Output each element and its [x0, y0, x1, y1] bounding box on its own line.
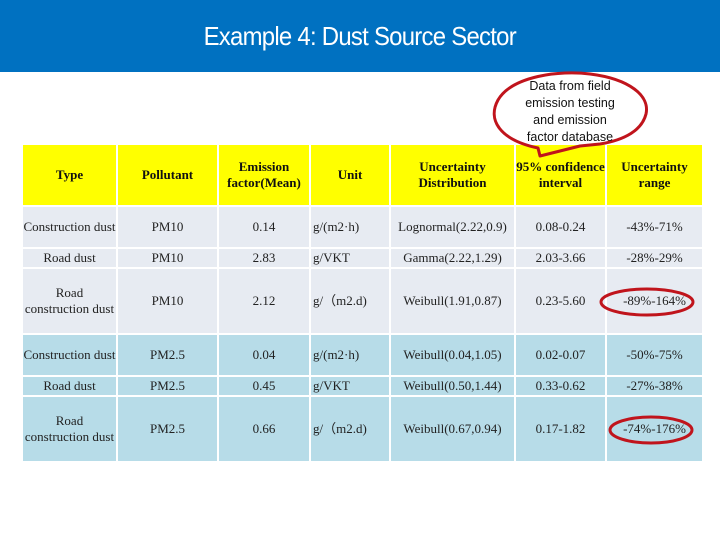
table-row: Road dust PM2.5 0.45 g/VKT Weibull(0.50,… — [23, 377, 702, 395]
table-row: Road dust PM10 2.83 g/VKT Gamma(2.22,1.2… — [23, 249, 702, 267]
cell-emission-factor: 0.04 — [219, 335, 309, 375]
cell-uncertainty-range: -28%-29% — [607, 249, 702, 267]
cell-distribution: Lognormal(2.22,0.9) — [391, 207, 514, 247]
header-emission-factor: Emission factor(Mean) — [219, 145, 309, 205]
cell-type: Construction dust — [23, 207, 116, 247]
cell-type: Construction dust — [23, 335, 116, 375]
cell-distribution: Weibull(0.67,0.94) — [391, 397, 514, 461]
cell-pollutant: PM10 — [118, 249, 217, 267]
cell-distribution: Gamma(2.22,1.29) — [391, 249, 514, 267]
title-bar: Example 4: Dust Source Sector — [0, 0, 720, 72]
table-header-row: Type Pollutant Emission factor(Mean) Uni… — [23, 145, 702, 205]
cell-unit: g/(m2·h) — [311, 207, 389, 247]
cell-pollutant: PM2.5 — [118, 377, 217, 395]
cell-type: Road construction dust — [23, 269, 116, 333]
cell-unit: g/VKT — [311, 249, 389, 267]
cell-pollutant: PM2.5 — [118, 335, 217, 375]
cell-emission-factor: 2.83 — [219, 249, 309, 267]
slide-title: Example 4: Dust Source Sector — [203, 20, 517, 51]
header-type: Type — [23, 145, 116, 205]
cell-uncertainty-range-highlighted: -74%-176% — [607, 397, 702, 461]
header-distribution: Uncertainty Distribution — [391, 145, 514, 205]
cell-distribution: Weibull(0.04,1.05) — [391, 335, 514, 375]
cell-unit: g/(m2·h) — [311, 335, 389, 375]
cell-emission-factor: 0.14 — [219, 207, 309, 247]
callout-line: Data from field — [529, 79, 611, 93]
cell-emission-factor: 2.12 — [219, 269, 309, 333]
table-row: Construction dust PM10 0.14 g/(m2·h) Log… — [23, 207, 702, 247]
emission-uncertainty-table: Type Pollutant Emission factor(Mean) Uni… — [21, 143, 704, 463]
cell-unit: g/（m2.d) — [311, 269, 389, 333]
callout-text: Data from field emission testing and emi… — [510, 78, 630, 146]
cell-confidence-interval: 0.33-0.62 — [516, 377, 605, 395]
header-unit: Unit — [311, 145, 389, 205]
cell-pollutant: PM10 — [118, 207, 217, 247]
cell-emission-factor: 0.66 — [219, 397, 309, 461]
cell-type: Road dust — [23, 377, 116, 395]
table-row: Road construction dust PM10 2.12 g/（m2.d… — [23, 269, 702, 333]
cell-confidence-interval: 2.03-3.66 — [516, 249, 605, 267]
cell-unit: g/VKT — [311, 377, 389, 395]
cell-distribution: Weibull(0.50,1.44) — [391, 377, 514, 395]
cell-confidence-interval: 0.23-5.60 — [516, 269, 605, 333]
cell-uncertainty-range-highlighted: -89%-164% — [607, 269, 702, 333]
header-uncertainty-range: Uncertainty range — [607, 145, 702, 205]
cell-distribution: Weibull(1.91,0.87) — [391, 269, 514, 333]
cell-type: Road construction dust — [23, 397, 116, 461]
cell-pollutant: PM2.5 — [118, 397, 217, 461]
table-row: Construction dust PM2.5 0.04 g/(m2·h) We… — [23, 335, 702, 375]
cell-type: Road dust — [23, 249, 116, 267]
cell-emission-factor: 0.45 — [219, 377, 309, 395]
cell-uncertainty-range: -50%-75% — [607, 335, 702, 375]
cell-confidence-interval: 0.17-1.82 — [516, 397, 605, 461]
cell-unit: g/（m2.d) — [311, 397, 389, 461]
callout-line: emission testing — [525, 96, 615, 110]
callout-line: and emission — [533, 113, 607, 127]
header-confidence-interval: 95% confidence interval — [516, 145, 605, 205]
callout-line: factor database — [526, 130, 614, 144]
cell-uncertainty-range: -43%-71% — [607, 207, 702, 247]
cell-confidence-interval: 0.02-0.07 — [516, 335, 605, 375]
cell-uncertainty-range: -27%-38% — [607, 377, 702, 395]
cell-confidence-interval: 0.08-0.24 — [516, 207, 605, 247]
cell-pollutant: PM10 — [118, 269, 217, 333]
header-pollutant: Pollutant — [118, 145, 217, 205]
table-row: Road construction dust PM2.5 0.66 g/（m2.… — [23, 397, 702, 461]
